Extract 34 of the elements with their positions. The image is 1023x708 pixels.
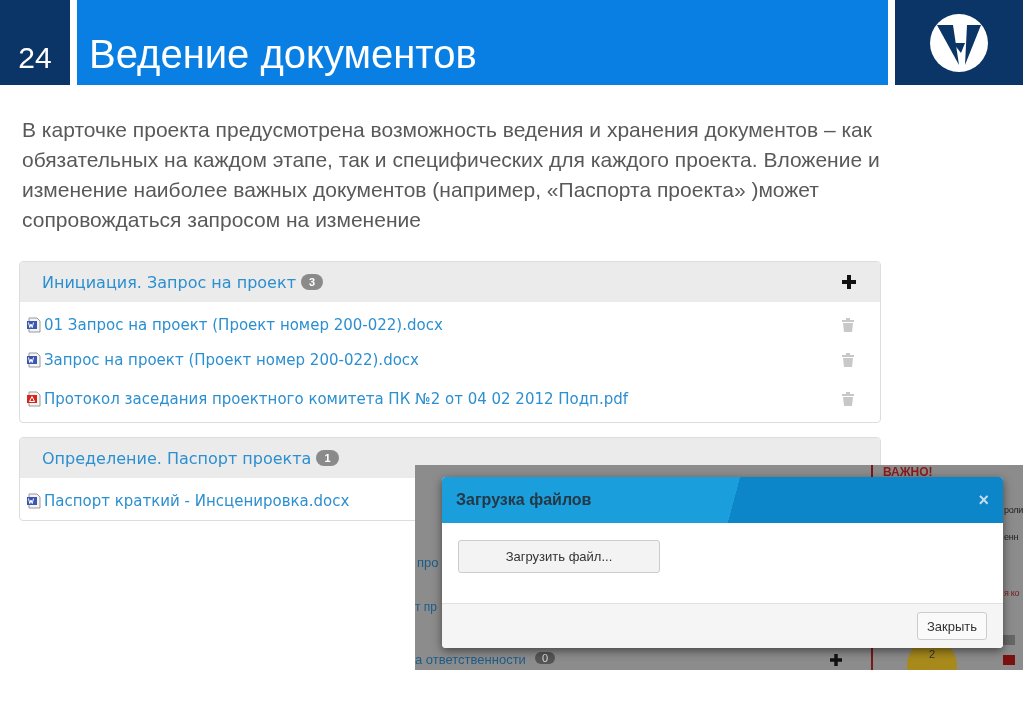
count-badge: 1: [316, 450, 339, 466]
slide-number: 24: [18, 41, 52, 75]
stage-title[interactable]: Определение. Паспорт проекта: [42, 448, 312, 468]
word-document-icon: [26, 317, 42, 333]
legend-swatch: [1003, 635, 1015, 645]
file-link[interactable]: 01 Запрос на проект (Проект номер 200-022).docx: [44, 316, 443, 334]
word-document-icon: [26, 351, 42, 368]
chart-label: 2: [928, 648, 936, 662]
trash-icon[interactable]: [842, 391, 854, 406]
close-dialog-button[interactable]: Закрыть: [916, 612, 987, 640]
cut-text: роли: [1004, 505, 1023, 515]
upload-file-button[interactable]: Загрузить файл...: [458, 540, 660, 573]
pdf-document-icon: [26, 390, 42, 407]
notice-text: ВАЖНО!: [883, 465, 933, 479]
slide-title: Ведение документов: [89, 32, 477, 77]
trash-icon[interactable]: [842, 352, 854, 367]
close-button[interactable]: ×: [978, 489, 989, 511]
file-link[interactable]: Протокол заседания проектного комитета ПК №2 от 04 02 2012 Подп.pdf: [44, 389, 629, 408]
add-icon[interactable]: [842, 275, 856, 289]
add-icon: [830, 654, 842, 666]
legend-swatch: [1003, 655, 1015, 665]
cut-text: я ко: [1004, 588, 1020, 598]
description-paragraph: В карточке проекта предусмотрена возможность ведения и хранения документов – как обязательных на каждом этапе, так и специфических для каждого проекта. Вложение и изменение наиболее важных документов (например, «Паспорта проекта» )может сопровождаться запросом на изменение: [21, 117, 881, 233]
file-link[interactable]: Запрос на проект (Проект номер 200-022).docx: [44, 350, 419, 369]
cut-text: енн: [1004, 532, 1019, 542]
count-badge: 3: [300, 274, 324, 290]
word-document-icon: [26, 493, 42, 509]
file-link[interactable]: Паспорт краткий - Инсценировка.docx: [44, 492, 350, 510]
trash-icon[interactable]: [842, 318, 854, 332]
count-badge: 0: [535, 652, 556, 664]
dialog-title: Загрузка файлов: [456, 491, 592, 509]
stage-title[interactable]: Инициация. Запрос на проект: [42, 272, 296, 292]
section-title: а ответственности: [415, 652, 526, 667]
logo-icon: [929, 12, 989, 73]
